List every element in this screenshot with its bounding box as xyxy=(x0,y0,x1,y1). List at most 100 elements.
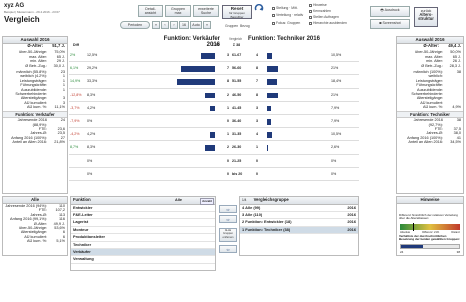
arrow-right-icon: ⇨ xyxy=(226,217,230,222)
screenshot-label: Screenshot xyxy=(382,21,401,25)
comparison-group-list: 1/4 Vergleichsgruppe 4 Alle (99) 2016 3 Al… xyxy=(239,196,359,256)
stat-row: Anteil an Allen 2016: 21,8% xyxy=(3,140,67,144)
all-stats-title: Alle xyxy=(3,197,67,204)
right-percent: 10,5% xyxy=(331,132,342,137)
age-band: 41-45 xyxy=(232,105,242,110)
diff-value: 14,9% xyxy=(70,79,81,84)
sort-by-count-button[interactable]: Anzahl xyxy=(200,197,214,205)
add-all-button[interactable]: ⇨ xyxy=(219,215,237,223)
ratio-fill xyxy=(401,244,424,248)
stat-row: Jahresende 2016 (88,9%): 24 xyxy=(3,118,67,127)
next-button[interactable]: » xyxy=(203,21,211,29)
diff-value: 8,7% xyxy=(70,145,79,150)
detail-view-label: Detail- ansicht xyxy=(144,7,157,16)
left-bar xyxy=(205,145,215,151)
comparison-item-label: 2 Funktion: Entwickler (18) xyxy=(242,219,292,225)
periods-toggle[interactable]: Perioden xyxy=(120,21,150,29)
comparison-item-label: 4 Alle (99) xyxy=(242,204,261,210)
option-fokus[interactable]: Fokus: Gruppen xyxy=(272,21,300,25)
difference-scale xyxy=(400,222,460,231)
right-count: 0 xyxy=(256,171,258,176)
add-group-button[interactable]: ⇨ xyxy=(219,205,237,213)
screenshot-button[interactable]: ◙ Screenshot xyxy=(370,19,410,29)
comparison-list-item[interactable]: 1 Funktion: Techniker (38) 2016 xyxy=(240,226,358,235)
next-period-button[interactable]: › xyxy=(170,21,178,29)
stat-row-value: 11,1% xyxy=(54,105,65,110)
print-button[interactable]: 🖶 Ausdruck xyxy=(370,6,410,17)
comparison-item-year: 2016 xyxy=(347,219,356,225)
option-hierarchie[interactable]: Hierarchie ausblenden xyxy=(309,21,347,25)
remove-group-button[interactable]: ⇦ xyxy=(219,245,237,253)
back-age-structure-button[interactable]: zurück Alters- struktur xyxy=(414,7,438,27)
function-list-item[interactable]: Verwaltung xyxy=(71,256,215,264)
prev-period-button[interactable]: ‹ xyxy=(161,21,169,29)
stat-row-key: AÜ kum. %: xyxy=(26,239,47,244)
year-field[interactable]: 16 xyxy=(179,21,189,29)
ratio-text: Verhältnis der durchschnittlichen Besetz… xyxy=(399,233,461,242)
function-list-item[interactable]: F&E-Leiter xyxy=(71,212,215,220)
diff-value: -12,8% xyxy=(70,92,82,97)
auto-button[interactable]: Auto xyxy=(190,21,202,29)
right-gender-list: männlich (100%): 38 weiblich: Leistungsträg… xyxy=(397,70,463,110)
extended-search-button[interactable]: erweiterte Suche xyxy=(193,5,219,17)
option-kennzahlen-label: Kennzahlen xyxy=(313,9,331,13)
reset-button[interactable]: Reset für Gruppen Basisfilter xyxy=(222,5,252,19)
hints-panel: Hinweise Differenz hinsichtlich der rela… xyxy=(396,196,464,256)
company-name: xyz AG xyxy=(4,3,25,9)
detail-view-button[interactable]: Detail- ansicht xyxy=(138,5,163,17)
right-percent: 7,9% xyxy=(331,119,340,123)
function-list-item[interactable]: Techniker xyxy=(71,242,215,249)
left-bar xyxy=(201,53,215,59)
right-bar xyxy=(267,92,279,99)
comparison-item-label: 3 Alle (110) xyxy=(242,211,263,217)
print-label: Ausdruck xyxy=(384,8,400,12)
option-stellung[interactable]: Stellung · Mitt. xyxy=(272,6,298,10)
stat-row-value: 34,5% xyxy=(450,140,461,145)
option-hinweise[interactable]: Hinweise xyxy=(309,3,327,7)
remove-all-groups-button[interactable]: ALLE Gruppen entfernen xyxy=(219,228,237,242)
option-fokus-label: Fokus: Gruppen xyxy=(276,21,301,25)
left-bar xyxy=(177,79,215,85)
checkbox-icon xyxy=(272,21,275,25)
option-kennzahlen[interactable]: Kennzahlen xyxy=(309,9,331,13)
function-list-item[interactable]: Monteur xyxy=(71,227,215,235)
stat-row-value: 30,0 J. xyxy=(53,63,65,68)
right-count: 1 xyxy=(256,145,258,150)
left-count: 1 xyxy=(227,132,229,137)
right-percent: 0% xyxy=(331,158,337,163)
ratio-right-value: 38 xyxy=(456,249,460,254)
comparison-list-item[interactable]: 3 Alle (110) 2016 xyxy=(240,211,358,220)
comparison-list-header: 1/4 Vergleichsgruppe xyxy=(240,197,358,205)
function-list-item[interactable]: Lagerist xyxy=(71,219,215,227)
right-stats-list: über-50-Jährige: 50,0% max. Alter: 65 J. min… xyxy=(397,50,463,68)
right-percent: 2,6% xyxy=(331,145,340,150)
comparison-list-item[interactable]: 2 Funktion: Entwickler (18) 2016 xyxy=(240,219,358,227)
auto-label: Auto xyxy=(192,23,200,27)
refresh-icon[interactable] xyxy=(254,3,264,14)
groups-max-button[interactable]: Gruppen max xyxy=(165,5,191,17)
right-function-title: Funktion: Techniker 2016 xyxy=(248,36,320,42)
right-total: Σ 38 xyxy=(233,43,241,47)
pyramid-row: 6,1% 29,2% 7 56-60 8 21% xyxy=(69,62,359,76)
function-list-item[interactable]: Verkäufer xyxy=(71,248,215,257)
function-list-item[interactable]: Produktionsleiter xyxy=(71,234,215,242)
left-bar xyxy=(210,105,215,112)
header-subtitle: Beispiel | Mustermann - 29.4.2016 - 23:0… xyxy=(4,10,60,14)
age-band: 46-50 xyxy=(232,92,242,97)
function-list-item[interactable]: Entwickler xyxy=(71,205,215,212)
comparison-item-label: 1 Funktion: Techniker (38) xyxy=(242,226,291,232)
pyramid-row: 8,7% 8,3% 2 26-30 1 2,6% xyxy=(69,141,359,155)
option-hierarchie-label: Hierarchie ausblenden xyxy=(313,21,347,25)
age-band: bis 20 xyxy=(232,171,243,176)
left-function-section-title: Funktion: Verkäufer xyxy=(3,110,67,119)
right-percent: 21% xyxy=(331,66,339,71)
stat-row: AÜ kum. %: 11,1% xyxy=(3,105,67,109)
left-count: 0 xyxy=(227,171,229,176)
diff-header: Diff xyxy=(73,43,79,47)
option-stellen[interactable]: Stellen Auftragen xyxy=(309,15,339,19)
difference-marker xyxy=(412,222,414,231)
comparison-list-item[interactable]: 4 Alle (99) 2016 xyxy=(240,205,358,212)
first-period-button[interactable]: « xyxy=(152,21,160,29)
pyramid-row: 0% 0 bis 20 0 0% xyxy=(69,168,359,181)
option-verteilung[interactable]: Verteilung · relativ xyxy=(272,13,303,17)
